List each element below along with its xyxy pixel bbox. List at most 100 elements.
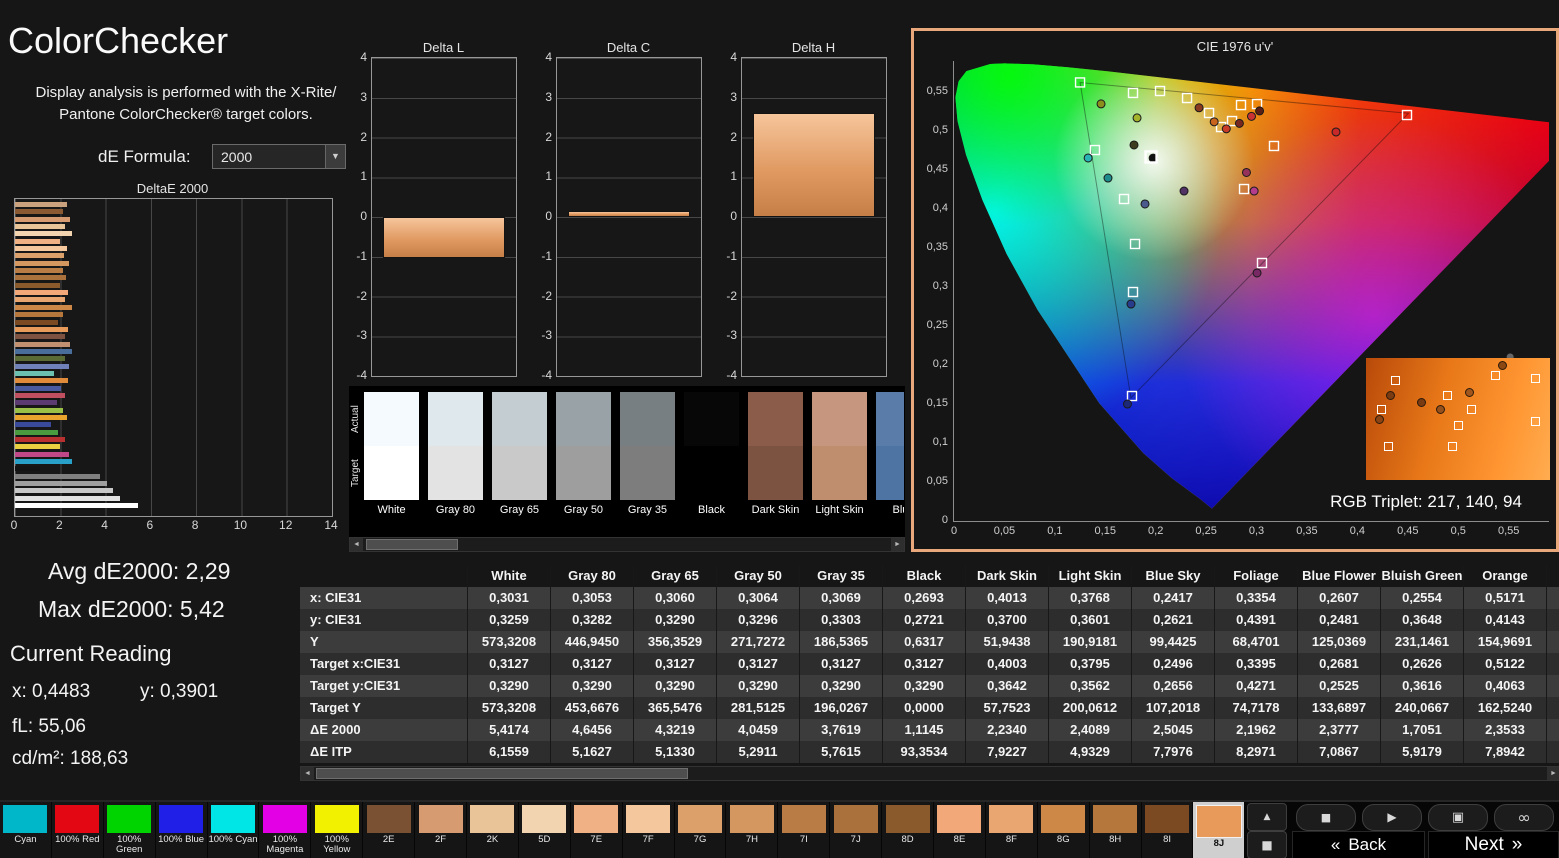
de-formula-dropdown[interactable]: 2000 ▼ [212, 144, 346, 169]
patch-tile-7g[interactable]: 7G [674, 802, 726, 858]
table-cell: 0,3290 [717, 675, 800, 697]
table-cell: 0,6317 [883, 631, 966, 653]
patch-tile-7h[interactable]: 7H [726, 802, 778, 858]
patch-tile-cyan[interactable]: Cyan [0, 802, 51, 858]
next-button[interactable]: Next » [1428, 831, 1559, 858]
cie-x-tick: 0,45 [1397, 525, 1419, 537]
delta-chart-plot [741, 57, 887, 377]
scroll-right-icon[interactable]: ► [891, 538, 904, 551]
cie-measured-dot [1249, 186, 1259, 196]
delta-y-tick: 0 [545, 209, 552, 223]
table-cell: 0,3127 [468, 653, 551, 675]
swatch-scrollbar[interactable]: ◄ ► [349, 537, 905, 552]
table-scrollbar[interactable]: ◄ ► [300, 766, 1559, 781]
patch-scroll-down-button[interactable]: ■ [1247, 831, 1287, 858]
table-cell: 0,2 [1547, 675, 1559, 697]
delta-chart-plot [371, 57, 517, 377]
patch-tile-2k[interactable]: 2K [467, 802, 518, 858]
patch-tile-5d[interactable]: 5D [518, 802, 570, 858]
table-cell: 0,3354 [1215, 587, 1298, 609]
patch-tile-100-cyan[interactable]: 100% Cyan [207, 802, 259, 858]
cie-y-tick: 0 [941, 514, 948, 526]
patch-tile-8h[interactable]: 8H [1089, 802, 1141, 858]
table-header-cell: White [468, 565, 551, 587]
table-cell: 0,2607 [1298, 587, 1381, 609]
patch-tile-8g[interactable]: 8G [1037, 802, 1089, 858]
patch-tile-7j[interactable]: 7J [830, 802, 882, 858]
patch-chip [781, 805, 826, 833]
cie-x-tick: 0,3 [1248, 525, 1265, 537]
table-cell: 190,9181 [1049, 631, 1132, 653]
delta-y-tick: 1 [360, 169, 367, 184]
patch-tile-2f[interactable]: 2F [415, 802, 467, 858]
patch-tile-100-green[interactable]: 100% Green [103, 802, 155, 858]
delta-y-tick: 0 [730, 209, 737, 223]
delta-chart: Delta C 4 3 2 1 0 -1 -2 -3 -4 [532, 40, 717, 385]
delta-chart-title: Delta H [791, 40, 836, 55]
table-cell: 0,3064 [717, 587, 800, 609]
deltae-bar [15, 363, 69, 369]
table-header-cell: Light Skin [1049, 565, 1132, 587]
patch-tile-8j[interactable]: 8J [1193, 802, 1245, 858]
target-swatch [492, 446, 547, 500]
scroll-left-icon[interactable]: ◄ [350, 538, 363, 551]
cie-measured-dot [1140, 199, 1150, 209]
patch-tile-8i[interactable]: 8I [1141, 802, 1193, 858]
patch-chip [418, 805, 463, 833]
cie-measured-dot [1255, 106, 1265, 116]
patch-scroll-up-button[interactable]: ▲ [1247, 803, 1287, 831]
patch-tile-7f[interactable]: 7F [622, 802, 674, 858]
patch-label: 7J [850, 834, 861, 845]
chevron-up-icon: ▲ [1263, 812, 1271, 822]
table-cell: 0,3303 [800, 609, 883, 631]
description-line1: Display analysis is performed with the X… [35, 84, 337, 101]
patch-tile-8d[interactable]: 8D [882, 802, 934, 858]
delta-y-tick: 1 [545, 169, 552, 184]
table-cell: 5,2911 [717, 741, 800, 763]
patch-tile-100-magenta[interactable]: 100% Magenta [259, 802, 311, 858]
table-cell: 0,3601 [1049, 609, 1132, 631]
play-button[interactable]: ▶ [1362, 804, 1422, 831]
patch-chip [55, 805, 100, 833]
patch-tile-7i[interactable]: 7I [778, 802, 830, 858]
chevron-down-icon[interactable]: ▼ [325, 145, 345, 168]
table-row-label: Y [300, 631, 468, 653]
patch-tile-8e[interactable]: 8E [934, 802, 985, 858]
table-cell: 231,1461 [1381, 631, 1464, 653]
cie-y-tick: 0,15 [926, 397, 948, 410]
single-measure-button[interactable]: ▣ [1428, 804, 1488, 831]
patch-tile-8f[interactable]: 8F [985, 802, 1037, 858]
table-cell: 0,2656 [1132, 675, 1215, 697]
table-cell: 51,9438 [966, 631, 1049, 653]
inset-target-square [1466, 405, 1476, 415]
table-cell: 0,2481 [1298, 609, 1381, 631]
inset-measured-dot [1385, 390, 1395, 400]
swatch-panel: Actual Target White Gray 80 Gray 65 Gray 50… [349, 386, 905, 552]
table-cell: 0,3290 [634, 609, 717, 631]
back-button[interactable]: « Back [1292, 831, 1425, 858]
cie-y-tick: 0,1 [932, 436, 948, 449]
table-cell: 0,2 [1547, 653, 1559, 675]
continuous-measure-button[interactable]: ∞ [1494, 804, 1554, 831]
rgb-triplet-label: RGB Triplet: 217, 140, 94 [1330, 492, 1522, 511]
table-header-cell: Bluish Green [1381, 565, 1464, 587]
swatch-label: Gray 65 [499, 504, 540, 516]
patch-tile-2e[interactable]: 2E [363, 802, 415, 858]
scroll-right-icon[interactable]: ► [1547, 767, 1559, 780]
table-cell: 0,4003 [966, 653, 1049, 675]
patch-tile-100-yellow[interactable]: 100% Yellow [311, 802, 363, 858]
description: Display analysis is performed with the X… [20, 82, 352, 126]
patch-chip [729, 805, 774, 833]
patch-tile-7e[interactable]: 7E [570, 802, 622, 858]
swatch-scrollbar-thumb[interactable] [366, 539, 458, 550]
table-scrollbar-thumb[interactable] [316, 768, 688, 779]
delta-y-tick: 1 [730, 169, 737, 184]
patch-tile-100-red[interactable]: 100% Red [51, 802, 103, 858]
swatch-label: Black [698, 504, 725, 516]
actual-swatch [812, 392, 867, 446]
swatch-label: Dark Skin [751, 504, 800, 516]
patch-tile-100-blue[interactable]: 100% Blue [155, 802, 207, 858]
stop-button[interactable]: ■ [1296, 804, 1356, 831]
scroll-left-icon[interactable]: ◄ [301, 767, 314, 780]
table-header-row: White Gray 80 Gray 65 Gray 50 Gray 35 Black Da… [300, 565, 1559, 587]
